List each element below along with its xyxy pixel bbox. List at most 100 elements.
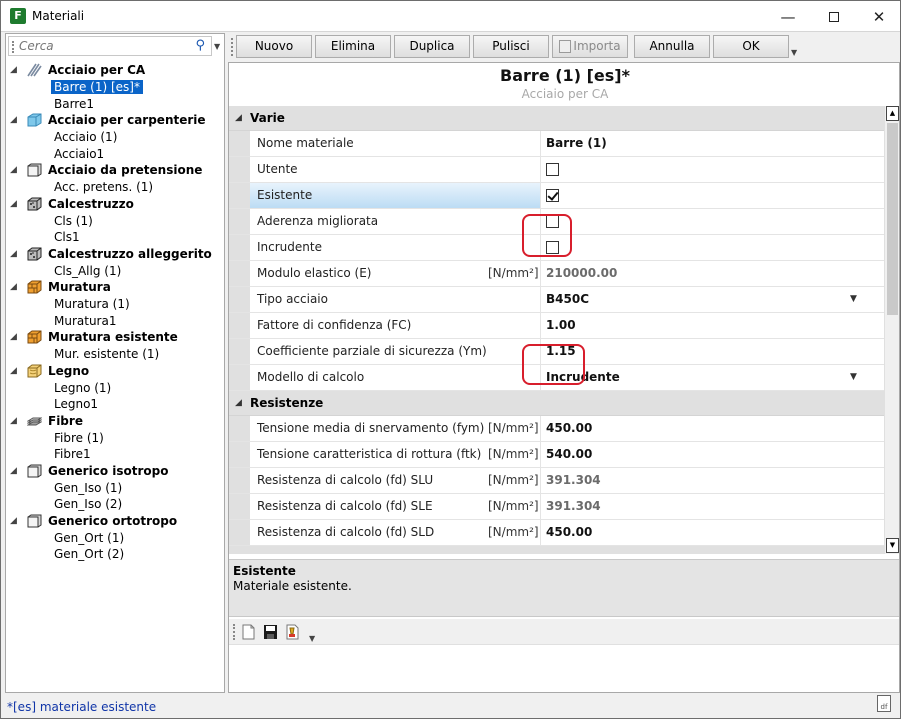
tree-category[interactable]: ◢ Muratura <box>6 279 224 296</box>
tree-item-label: Fibre1 <box>54 447 91 461</box>
help-description: Materiale esistente. <box>233 579 352 593</box>
section-partial[interactable] <box>229 546 884 554</box>
search-icon[interactable]: ⚲ <box>195 38 205 53</box>
tree-item-label: Acciaio (1) <box>54 130 118 144</box>
tree-category[interactable]: ◢ Fibre <box>6 413 224 430</box>
tree-category[interactable]: ◢ Calcestruzzo alleggerito <box>6 246 224 263</box>
import-button[interactable]: Importa <box>552 35 628 58</box>
document-icon[interactable]: df <box>877 695 891 712</box>
row-utente[interactable]: Utente <box>229 157 884 183</box>
tree-category[interactable]: ◢ Muratura esistente <box>6 329 224 346</box>
tree-category[interactable]: ◢ Acciaio per carpenterie <box>6 112 224 129</box>
tree-item[interactable]: Acciaio (1) <box>6 129 224 146</box>
vertical-scrollbar[interactable]: ▲ ▼ <box>884 106 899 554</box>
fd-sld-value[interactable]: 450.00 <box>546 520 592 545</box>
grip-icon[interactable] <box>231 38 233 56</box>
esistente-checkbox[interactable] <box>546 189 559 202</box>
row-fd-sle[interactable]: Resistenza di calcolo (fd) SLE [N/mm²] 3… <box>229 494 884 520</box>
fym-value[interactable]: 450.00 <box>546 416 592 441</box>
tree-item[interactable]: Cls1 <box>6 229 224 246</box>
tree-item[interactable]: Gen_Ort (1) <box>6 530 224 547</box>
row-ftk[interactable]: Tensione caratteristica di rottura (ftk)… <box>229 442 884 468</box>
new-button[interactable]: Nuovo <box>236 35 312 58</box>
tree-item[interactable]: Gen_Iso (2) <box>6 496 224 513</box>
minimize-button[interactable]: — <box>765 1 811 32</box>
search-input[interactable] <box>19 38 189 54</box>
tree-category[interactable]: ◢ Legno <box>6 363 224 380</box>
tree-item[interactable]: Acc. pretens. (1) <box>6 179 224 196</box>
maximize-button[interactable] <box>811 1 857 32</box>
scroll-thumb[interactable] <box>887 123 898 315</box>
row-fym[interactable]: Tensione media di snervamento (fym) [N/m… <box>229 416 884 442</box>
tree-category[interactable]: ◢ Calcestruzzo <box>6 196 224 213</box>
tree-item[interactable]: Muratura1 <box>6 313 224 330</box>
tree-item[interactable]: Fibre (1) <box>6 430 224 447</box>
tree-category[interactable]: ◢ Generico isotropo <box>6 463 224 480</box>
tree-item[interactable]: Gen_Ort (2) <box>6 546 224 563</box>
tree-item[interactable]: Muratura (1) <box>6 296 224 313</box>
expand-arrow-icon[interactable]: ◢ <box>10 62 17 79</box>
grip-icon[interactable] <box>12 41 14 53</box>
row-modulo-elastico[interactable]: Modulo elastico (E) [N/mm²] 210000.00 <box>229 261 884 287</box>
row-fd-sld[interactable]: Resistenza di calcolo (fd) SLD [N/mm²] 4… <box>229 520 884 546</box>
row-nome-materiale[interactable]: Nome materiale Barre (1) <box>229 131 884 157</box>
new-document-icon[interactable] <box>241 624 256 640</box>
row-esistente[interactable]: Esistente <box>229 183 884 209</box>
tree-item[interactable]: Barre (1) [es]* <box>6 79 224 96</box>
delete-button[interactable]: Elimina <box>315 35 391 58</box>
dropdown-arrow-icon[interactable]: ▼ <box>850 365 857 390</box>
clear-button[interactable]: Pulisci <box>473 35 549 58</box>
tree-item[interactable]: Barre1 <box>6 96 224 113</box>
tree-category[interactable]: ◢ Acciaio per CA <box>6 62 224 79</box>
row-fd-slu[interactable]: Resistenza di calcolo (fd) SLU [N/mm²] 3… <box>229 468 884 494</box>
overflow-chevron-icon[interactable]: ▼ <box>214 42 220 51</box>
tree-item[interactable]: Cls (1) <box>6 213 224 230</box>
expand-arrow-icon[interactable]: ◢ <box>10 279 17 296</box>
tree-category[interactable]: ◢ Generico ortotropo <box>6 513 224 530</box>
tree-item[interactable]: Gen_Iso (1) <box>6 480 224 497</box>
expand-arrow-icon[interactable]: ◢ <box>10 246 17 263</box>
expand-arrow-icon[interactable]: ◢ <box>10 513 17 530</box>
overflow-chevron-icon[interactable]: ▼ <box>791 48 797 57</box>
material-name-value[interactable]: Barre (1) <box>546 131 607 156</box>
grip-icon[interactable] <box>233 624 235 640</box>
tree-category[interactable]: ◢ Acciaio da pretensione <box>6 162 224 179</box>
tree-item[interactable]: Cls_Allg (1) <box>6 263 224 280</box>
save-icon[interactable] <box>263 624 278 640</box>
expand-arrow-icon[interactable]: ◢ <box>10 413 17 430</box>
cancel-button[interactable]: Annulla <box>634 35 710 58</box>
section-varie[interactable]: ◢ Varie <box>229 106 884 131</box>
section-resistenze[interactable]: ◢ Resistenze <box>229 391 884 416</box>
collapse-icon[interactable]: ◢ <box>235 106 242 131</box>
expand-arrow-icon[interactable]: ◢ <box>10 196 17 213</box>
ftk-value[interactable]: 540.00 <box>546 442 592 467</box>
expand-arrow-icon[interactable]: ◢ <box>10 162 17 179</box>
scroll-up-button[interactable]: ▲ <box>886 106 899 121</box>
tree-item[interactable]: Fibre1 <box>6 446 224 463</box>
expand-arrow-icon[interactable]: ◢ <box>10 112 17 129</box>
close-button[interactable]: ✕ <box>856 1 900 32</box>
duplicate-button[interactable]: Duplica <box>394 35 470 58</box>
bottom-toolbar: ▼ <box>229 619 899 645</box>
fc-value[interactable]: 1.00 <box>546 313 576 338</box>
expand-arrow-icon[interactable]: ◢ <box>10 463 17 480</box>
clear-document-icon[interactable] <box>285 624 300 640</box>
collapse-icon[interactable]: ◢ <box>235 391 242 416</box>
expand-arrow-icon[interactable]: ◢ <box>10 363 17 380</box>
wood-icon <box>27 364 42 378</box>
scroll-down-button[interactable]: ▼ <box>886 538 899 553</box>
tree-item[interactable]: Legno (1) <box>6 380 224 397</box>
tipo-acciaio-select[interactable]: B450C <box>546 287 589 312</box>
expand-arrow-icon[interactable]: ◢ <box>10 329 17 346</box>
utente-checkbox[interactable] <box>546 163 559 176</box>
tree-item[interactable]: Mur. esistente (1) <box>6 346 224 363</box>
row-tipo-acciaio[interactable]: Tipo acciaio B450C ▼ <box>229 287 884 313</box>
dropdown-arrow-icon[interactable]: ▼ <box>850 287 857 312</box>
row-fattore-confidenza[interactable]: Fattore di confidenza (FC) 1.00 <box>229 313 884 339</box>
tree-item[interactable]: Legno1 <box>6 396 224 413</box>
ok-button[interactable]: OK <box>713 35 789 58</box>
overflow-chevron-icon[interactable]: ▼ <box>309 634 315 643</box>
rebar-icon <box>27 63 42 77</box>
tree-item[interactable]: Acciaio1 <box>6 146 224 163</box>
tree-category-label: Generico isotropo <box>48 463 169 478</box>
